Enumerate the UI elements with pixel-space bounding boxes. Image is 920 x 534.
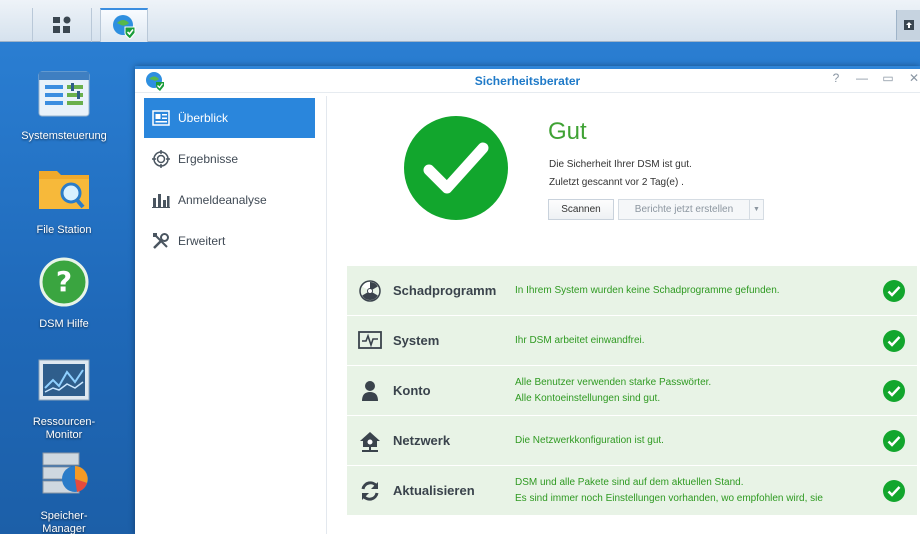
desktop-icon-label: DSM Hilfe [39,318,89,330]
tools-icon [152,232,170,250]
folder-search-icon [39,171,89,209]
sidebar: Überblick Ergebnisse Anmeldeanalyse Erwe… [135,96,327,534]
sidebar-item-label: Anmeldeanalyse [178,193,267,207]
desktop-icon-ressourcen-monitor[interactable]: Ressourcen- Monitor [8,352,120,442]
check-circle-icon [883,279,905,302]
desktop-icon-systemsteuerung[interactable]: Systemsteuerung [8,66,120,143]
help-button[interactable]: ? [830,71,842,85]
result-label: Aktualisieren [393,483,475,498]
desktop-icon-file-station[interactable]: File Station [8,160,120,237]
desktop-icon-label: File Station [36,224,92,236]
result-row-konto[interactable]: Konto Alle Benutzer verwenden starke Pas… [347,366,917,416]
check-circle-icon [883,379,905,402]
result-label: Schadprogramm [393,283,497,298]
check-circle-icon [883,429,905,452]
result-label: Konto [393,383,431,398]
result-text: Alle Kontoeinstellungen sind gut. [515,392,661,404]
sidebar-item-ergebnisse[interactable]: Ergebnisse [144,139,315,179]
chevron-down-icon[interactable]: ▼ [749,200,763,219]
result-text: Es sind immer noch Einstellungen vorhand… [515,492,823,504]
taskbar-security-advisor[interactable] [100,8,148,42]
desktop-icon-speicher-manager[interactable]: Speicher- Manager [8,446,120,534]
control-panel-icon [38,71,90,117]
result-description: Die Netzwerkkonfiguration ist gut. [515,433,871,449]
result-text: Die Netzwerkkonfiguration ist gut. [515,434,664,446]
status-title: Gut [548,118,587,145]
home-network-icon [347,430,393,452]
sidebar-item-label: Ergebnisse [178,152,239,166]
status-check-icon [404,116,508,220]
sidebar-item-ueberblick[interactable]: Überblick [144,98,315,138]
check-circle-icon [883,479,905,502]
overview-icon [152,109,170,127]
security-advisor-icon [145,71,165,96]
scan-button[interactable]: Scannen [548,199,614,220]
results-list: Schadprogramm In Ihrem System wurden kei… [347,266,917,516]
create-report-label: Berichte jetzt erstellen [634,204,734,215]
status-description: Die Sicherheit Ihrer DSM ist gut. [549,159,692,170]
last-scan-info: Zuletzt gescannt vor 2 Tag(e) . [549,177,684,188]
close-button[interactable]: ✕ [908,71,920,85]
target-icon [152,150,170,168]
refresh-icon [347,480,393,502]
notification-button[interactable] [896,10,920,40]
sidebar-item-anmeldeanalyse[interactable]: Anmeldeanalyse [144,180,315,220]
check-circle-icon [883,329,905,352]
upload-icon [903,20,914,30]
result-text: DSM und alle Pakete sind auf dem aktuell… [515,476,744,488]
desktop-icon-label: Systemsteuerung [21,130,107,142]
result-row-schadprogramm[interactable]: Schadprogramm In Ihrem System wurden kei… [347,266,917,316]
result-label: System [393,333,440,348]
svg-text:?: ? [56,265,72,298]
result-description: Ihr DSM arbeitet einwandfrei. [515,333,871,349]
result-row-system[interactable]: System Ihr DSM arbeitet einwandfrei. [347,316,917,366]
window-titlebar[interactable]: Sicherheitsberater ? — ▭ ✕ [135,69,920,93]
user-icon [347,380,393,402]
grid-icon [53,16,71,33]
result-description: DSM und alle Pakete sind auf dem aktuell… [515,475,871,507]
result-description: In Ihrem System wurden keine Schadprogra… [515,283,871,299]
result-row-aktualisieren[interactable]: Aktualisieren DSM und alle Pakete sind a… [347,466,917,516]
create-report-button[interactable]: Berichte jetzt erstellen ▼ [618,199,764,220]
minimize-button[interactable]: — [856,71,868,85]
taskbar [0,0,920,42]
desktop-icon-dsm-hilfe[interactable]: ? DSM Hilfe [8,254,120,331]
security-advisor-window: Sicherheitsberater ? — ▭ ✕ Überblick Erg… [135,66,920,534]
window-title: Sicherheitsberater [474,73,581,88]
main-menu-button[interactable] [32,8,92,42]
result-label: Netzwerk [393,433,451,448]
result-text: Alle Benutzer verwenden starke Passwörte… [515,376,712,388]
result-text: In Ihrem System wurden keine Schadprogra… [515,284,780,296]
sidebar-item-erweitert[interactable]: Erweitert [144,221,315,261]
resource-monitor-icon [38,359,90,401]
maximize-button[interactable]: ▭ [882,71,894,85]
result-text: Ihr DSM arbeitet einwandfrei. [515,334,645,346]
desktop-icon-label: Ressourcen- Monitor [32,416,96,441]
storage-manager-icon [42,452,88,494]
window-controls: ? — ▭ ✕ [830,71,920,85]
bar-chart-icon [152,191,170,209]
result-description: Alle Benutzer verwenden starke Passwörte… [515,375,871,407]
monitor-pulse-icon [347,330,393,351]
desktop-icon-label: Speicher- Manager [40,510,88,534]
help-icon: ? [39,257,89,307]
radiation-icon [347,279,393,302]
sidebar-item-label: Erweitert [178,234,226,248]
overview-panel: Gut Die Sicherheit Ihrer DSM ist gut. Zu… [328,96,920,534]
result-row-netzwerk[interactable]: Netzwerk Die Netzwerkkonfiguration ist g… [347,416,917,466]
sidebar-item-label: Überblick [178,111,229,125]
security-advisor-icon [113,15,136,39]
